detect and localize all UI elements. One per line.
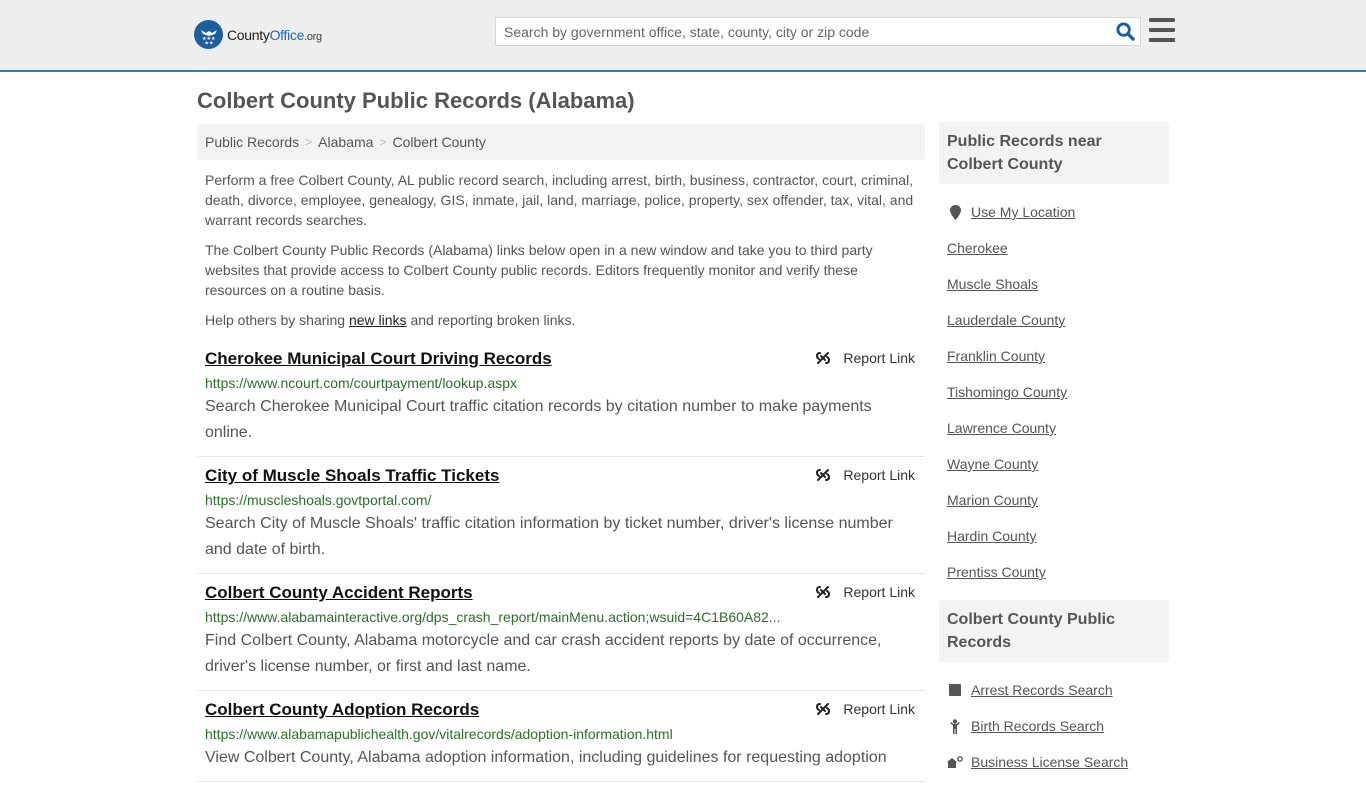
- page-title: Colbert County Public Records (Alabama): [197, 88, 635, 113]
- nearby-link-tishomingo-county[interactable]: Tishomingo County: [947, 384, 1067, 400]
- breadcrumb-current: Colbert County: [392, 134, 486, 150]
- record-item: Colbert County Adoption Records https://…: [197, 691, 925, 782]
- intro-paragraph-1: Perform a free Colbert County, AL public…: [205, 172, 914, 228]
- sidebar: Public Records near Colbert County Use M…: [939, 122, 1169, 788]
- map-marker-icon: [947, 204, 963, 220]
- record-item: City of Muscle Shoals Traffic Tickets ht…: [197, 457, 925, 574]
- breadcrumb-public-records[interactable]: Public Records: [205, 134, 299, 150]
- nearby-item: Cherokee: [947, 230, 1161, 266]
- baby-icon: [947, 718, 963, 734]
- report-link-button[interactable]: Report Link: [815, 584, 915, 600]
- broken-link-icon: [816, 586, 831, 598]
- nearby-item: Wayne County: [947, 446, 1161, 482]
- record-item: Cherokee Municipal Court Driving Records…: [197, 340, 925, 457]
- business-icon: [947, 756, 963, 768]
- nearby-link-franklin-county[interactable]: Franklin County: [947, 348, 1045, 364]
- eagle-stars-logo-icon: ★★★ ★★: [194, 20, 223, 49]
- svg-text:★★: ★★: [204, 40, 213, 46]
- record-url-link[interactable]: https://www.ncourt.com/courtpayment/look…: [205, 374, 785, 392]
- intro-paragraph-3: Help others by sharing new links and rep…: [205, 310, 917, 330]
- logo-text: CountyOffice.org: [227, 26, 322, 43]
- birth-records-link[interactable]: Birth Records Search: [971, 718, 1104, 734]
- use-my-location-item: Use My Location: [947, 194, 1161, 230]
- broken-link-icon: [816, 703, 831, 715]
- county-record-item: Birth Records Search: [947, 708, 1161, 744]
- nearby-item: Lauderdale County: [947, 302, 1161, 338]
- nearby-item: Hardin County: [947, 518, 1161, 554]
- nearby-link-lauderdale-county[interactable]: Lauderdale County: [947, 312, 1065, 328]
- logo-link[interactable]: ★★★ ★★ CountyOffice.org: [194, 20, 322, 49]
- breadcrumb-separator: >: [379, 135, 387, 149]
- nearby-link-wayne-county[interactable]: Wayne County: [947, 456, 1038, 472]
- arrest-records-link[interactable]: Arrest Records Search: [971, 682, 1113, 698]
- county-records-heading: Colbert County Public Records: [939, 600, 1169, 662]
- county-records-list: Arrest Records Search Birth Records Sear…: [939, 662, 1169, 788]
- record-description: View Colbert County, Alabama adoption in…: [205, 749, 887, 766]
- intro-text-fragment: Help others by sharing: [205, 312, 349, 328]
- county-record-item: Business License Search: [947, 744, 1161, 780]
- report-link-button[interactable]: Report Link: [815, 467, 915, 483]
- hamburger-menu-button[interactable]: [1149, 18, 1175, 42]
- report-link-label: Report Link: [843, 467, 915, 483]
- broken-link-icon: [816, 352, 831, 364]
- report-link-button[interactable]: Report Link: [815, 350, 915, 366]
- search-input[interactable]: [496, 18, 1110, 45]
- broken-link-icon: [816, 469, 831, 481]
- hamburger-menu-icon-bar: [1149, 38, 1175, 42]
- new-links-link[interactable]: new links: [349, 312, 407, 328]
- intro-text: Perform a free Colbert County, AL public…: [197, 160, 925, 330]
- record-description: Search Cherokee Municipal Court traffic …: [205, 398, 872, 441]
- nearby-item: Tishomingo County: [947, 374, 1161, 410]
- nearby-link-hardin-county[interactable]: Hardin County: [947, 528, 1037, 544]
- record-title-link[interactable]: Colbert County Accident Reports: [205, 574, 917, 604]
- report-link-label: Report Link: [843, 350, 915, 366]
- main-content: Public Records > Alabama > Colbert Count…: [197, 124, 925, 782]
- nearby-item: Marion County: [947, 482, 1161, 518]
- records-list: Cherokee Municipal Court Driving Records…: [197, 340, 925, 782]
- nearby-item: Prentiss County: [947, 554, 1161, 590]
- square-icon: [947, 684, 963, 696]
- record-item: Colbert County Accident Reports https://…: [197, 574, 925, 691]
- record-url-link[interactable]: https://www.alabamapublichealth.gov/vita…: [205, 725, 785, 743]
- county-record-item: Arrest Records Search: [947, 672, 1161, 708]
- nearby-item: Lawrence County: [947, 410, 1161, 446]
- record-description: Search City of Muscle Shoals' traffic ci…: [205, 515, 893, 558]
- breadcrumb-separator: >: [305, 135, 313, 149]
- breadcrumb-alabama[interactable]: Alabama: [318, 134, 373, 150]
- record-title-link[interactable]: Colbert County Adoption Records: [205, 691, 917, 721]
- report-link-label: Report Link: [843, 584, 915, 600]
- nearby-heading: Public Records near Colbert County: [939, 122, 1169, 184]
- record-url-link[interactable]: https://muscleshoals.govtportal.com/: [205, 491, 785, 509]
- nearby-item: Franklin County: [947, 338, 1161, 374]
- hamburger-menu-icon-bar: [1149, 28, 1175, 32]
- nearby-link-cherokee[interactable]: Cherokee: [947, 240, 1008, 256]
- search-box: [495, 17, 1141, 46]
- use-my-location-link[interactable]: Use My Location: [971, 204, 1075, 220]
- record-title-link[interactable]: Cherokee Municipal Court Driving Records: [205, 340, 917, 370]
- intro-paragraph-2: The Colbert County Public Records (Alaba…: [205, 242, 873, 298]
- site-header: ★★★ ★★ CountyOffice.org: [0, 0, 1366, 72]
- nearby-link-muscle-shoals[interactable]: Muscle Shoals: [947, 276, 1038, 292]
- record-description: Find Colbert County, Alabama motorcycle …: [205, 632, 882, 675]
- breadcrumb: Public Records > Alabama > Colbert Count…: [197, 124, 925, 160]
- nearby-link-marion-county[interactable]: Marion County: [947, 492, 1038, 508]
- intro-text-fragment: and reporting broken links.: [406, 312, 576, 328]
- record-title-link[interactable]: City of Muscle Shoals Traffic Tickets: [205, 457, 917, 487]
- report-link-button[interactable]: Report Link: [815, 701, 915, 717]
- nearby-link-prentiss-county[interactable]: Prentiss County: [947, 564, 1046, 580]
- record-url-link[interactable]: https://www.alabamainteractive.org/dps_c…: [205, 608, 785, 626]
- nearby-item: Muscle Shoals: [947, 266, 1161, 302]
- nearby-link-lawrence-county[interactable]: Lawrence County: [947, 420, 1056, 436]
- search-button[interactable]: [1110, 18, 1140, 45]
- nearby-list: Use My Location Cherokee Muscle Shoals L…: [939, 184, 1169, 598]
- search-icon: [1115, 22, 1135, 41]
- report-link-label: Report Link: [843, 701, 915, 717]
- hamburger-menu-icon-bar: [1149, 18, 1175, 22]
